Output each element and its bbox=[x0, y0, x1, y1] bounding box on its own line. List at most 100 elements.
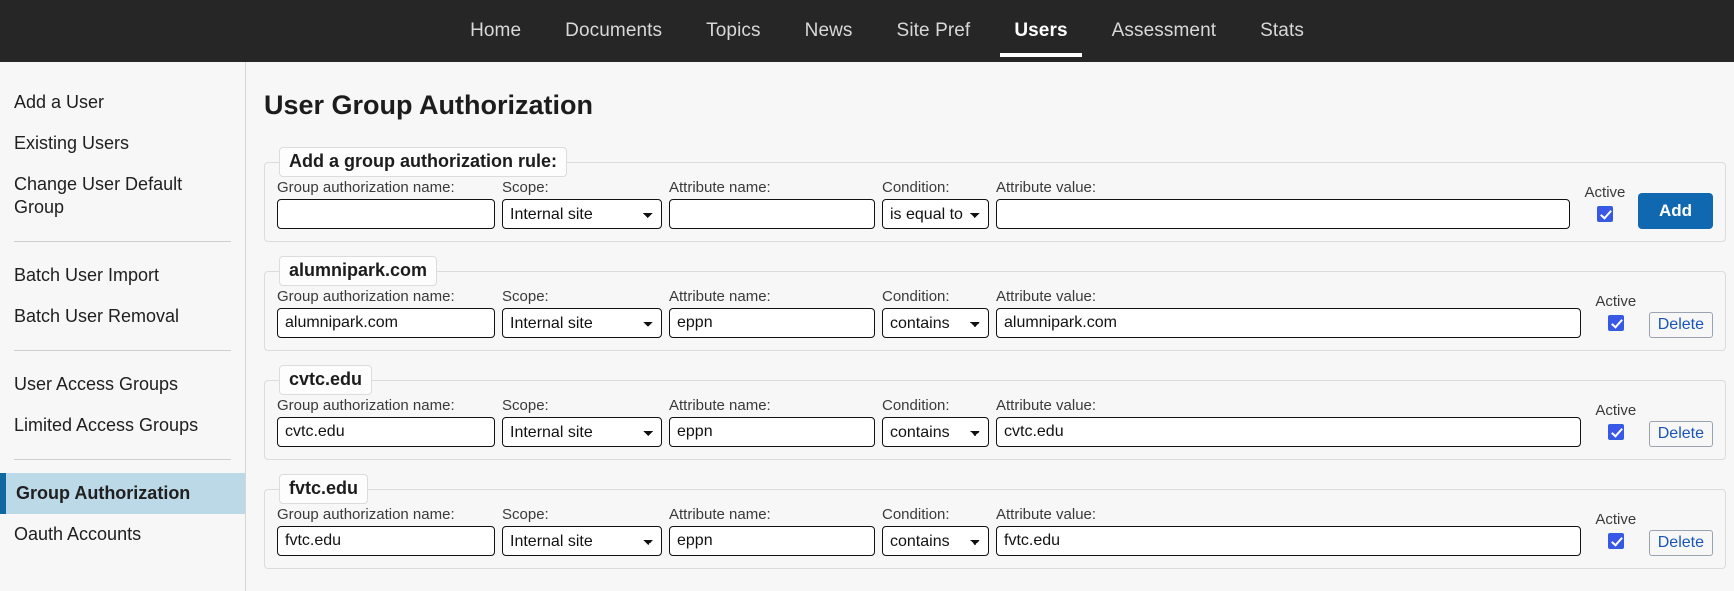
rule-legend: fvtc.edu bbox=[279, 474, 369, 504]
field-attribute-value: Attribute value: bbox=[996, 506, 1581, 556]
rule-row: Group authorization name: Scope: Interna… bbox=[275, 506, 1715, 558]
label-active: Active bbox=[1584, 184, 1626, 201]
label-active: Active bbox=[1595, 402, 1637, 419]
rule-attribute-name-input[interactable] bbox=[669, 417, 875, 447]
label-condition: Condition: bbox=[882, 288, 950, 305]
field-group-authorization-name: Group authorization name: bbox=[277, 397, 495, 447]
sidebar-divider bbox=[14, 459, 231, 461]
field-scope: Scope: Internal site bbox=[502, 506, 662, 556]
sidebar-item-group-authorization[interactable]: Group Authorization bbox=[0, 473, 245, 515]
rule-scope-select[interactable]: Internal site bbox=[502, 417, 662, 447]
label-attribute-name: Attribute name: bbox=[669, 397, 771, 414]
delete-button[interactable]: Delete bbox=[1648, 421, 1713, 447]
rule-condition-select[interactable]: contains bbox=[882, 417, 989, 447]
nav-item-documents[interactable]: Documents bbox=[543, 0, 684, 62]
nav-item-topics[interactable]: Topics bbox=[684, 0, 782, 62]
field-attribute-value: Attribute value: bbox=[996, 397, 1581, 447]
add-button[interactable]: Add bbox=[1637, 193, 1713, 229]
field-attribute-name: Attribute name: bbox=[669, 179, 875, 229]
label-attribute-name: Attribute name: bbox=[669, 179, 771, 196]
delete-button-column: Delete bbox=[1648, 312, 1713, 338]
delete-button-column: Delete bbox=[1648, 530, 1713, 556]
field-group-authorization-name: Group authorization name: bbox=[277, 506, 495, 556]
label-group-authorization-name: Group authorization name: bbox=[277, 397, 455, 414]
sidebar-item-batch-user-import[interactable]: Batch User Import bbox=[0, 255, 245, 296]
rule-condition-select[interactable]: contains bbox=[882, 308, 989, 338]
rule-name-input[interactable] bbox=[277, 308, 495, 338]
field-scope: Scope: Internal site bbox=[502, 288, 662, 338]
label-active: Active bbox=[1595, 511, 1637, 528]
add-name-input[interactable] bbox=[277, 199, 495, 229]
sidebar: Add a User Existing Users Change User De… bbox=[0, 62, 246, 591]
rule-scope-select[interactable]: Internal site bbox=[502, 308, 662, 338]
label-condition: Condition: bbox=[882, 397, 950, 414]
nav-item-news[interactable]: News bbox=[783, 0, 875, 62]
nav-item-site-pref[interactable]: Site Pref bbox=[875, 0, 993, 62]
field-group-authorization-name: Group authorization name: bbox=[277, 179, 495, 229]
field-attribute-name: Attribute name: bbox=[669, 397, 875, 447]
sidebar-item-oauth-accounts[interactable]: Oauth Accounts bbox=[0, 514, 245, 555]
field-condition: Condition: is equal to bbox=[882, 179, 989, 229]
rule-active-checkbox[interactable] bbox=[1607, 533, 1624, 549]
field-scope: Scope: Internal site bbox=[502, 179, 662, 229]
label-attribute-value: Attribute value: bbox=[996, 288, 1097, 305]
rule-fieldset: fvtc.edu Group authorization name: Scope… bbox=[264, 474, 1726, 569]
top-navigation-bar: Home Documents Topics News Site Pref Use… bbox=[0, 0, 1734, 62]
add-active-checkbox[interactable] bbox=[1596, 206, 1613, 222]
delete-button[interactable]: Delete bbox=[1648, 312, 1713, 338]
nav-item-home[interactable]: Home bbox=[448, 0, 543, 62]
field-condition: Condition: contains bbox=[882, 397, 989, 447]
sidebar-item-add-a-user[interactable]: Add a User bbox=[0, 82, 245, 123]
add-button-column: Add bbox=[1637, 193, 1713, 229]
add-attribute-name-input[interactable] bbox=[669, 199, 875, 229]
label-scope: Scope: bbox=[502, 179, 549, 196]
add-attribute-value-input[interactable] bbox=[996, 199, 1570, 229]
rule-active-checkbox[interactable] bbox=[1607, 315, 1624, 331]
field-condition: Condition: contains bbox=[882, 288, 989, 338]
label-group-authorization-name: Group authorization name: bbox=[277, 288, 455, 305]
rule-attribute-value-input[interactable] bbox=[996, 417, 1581, 447]
field-scope: Scope: Internal site bbox=[502, 397, 662, 447]
rule-legend: alumnipark.com bbox=[279, 256, 438, 286]
sidebar-divider bbox=[14, 350, 231, 352]
sidebar-item-existing-users[interactable]: Existing Users bbox=[0, 123, 245, 164]
add-scope-select[interactable]: Internal site bbox=[502, 199, 662, 229]
sidebar-item-limited-access-groups[interactable]: Limited Access Groups bbox=[0, 405, 245, 446]
field-attribute-value: Attribute value: bbox=[996, 179, 1570, 229]
rule-name-input[interactable] bbox=[277, 526, 495, 556]
nav-item-stats[interactable]: Stats bbox=[1238, 0, 1326, 62]
label-condition: Condition: bbox=[882, 506, 950, 523]
rule-active-checkbox[interactable] bbox=[1607, 424, 1624, 440]
label-group-authorization-name: Group authorization name: bbox=[277, 506, 455, 523]
field-condition: Condition: contains bbox=[882, 506, 989, 556]
label-attribute-value: Attribute value: bbox=[996, 397, 1097, 414]
add-condition-select[interactable]: is equal to bbox=[882, 199, 989, 229]
delete-button[interactable]: Delete bbox=[1648, 530, 1713, 556]
nav-item-assessment[interactable]: Assessment bbox=[1090, 0, 1238, 62]
sidebar-item-change-user-default-group[interactable]: Change User Default Group bbox=[0, 164, 245, 228]
page-body: Add a User Existing Users Change User De… bbox=[0, 62, 1734, 591]
rule-name-input[interactable] bbox=[277, 417, 495, 447]
add-rule-fieldset: Add a group authorization rule: Group au… bbox=[264, 147, 1726, 242]
rule-attribute-name-input[interactable] bbox=[669, 526, 875, 556]
page-title: User Group Authorization bbox=[264, 90, 593, 120]
rule-scope-select[interactable]: Internal site bbox=[502, 526, 662, 556]
label-scope: Scope: bbox=[502, 288, 549, 305]
label-attribute-value: Attribute value: bbox=[996, 506, 1097, 523]
sidebar-item-user-access-groups[interactable]: User Access Groups bbox=[0, 364, 245, 405]
label-scope: Scope: bbox=[502, 397, 549, 414]
field-attribute-value: Attribute value: bbox=[996, 288, 1581, 338]
rule-attribute-value-input[interactable] bbox=[996, 526, 1581, 556]
label-attribute-name: Attribute name: bbox=[669, 288, 771, 305]
rule-attribute-name-input[interactable] bbox=[669, 308, 875, 338]
sidebar-item-batch-user-removal[interactable]: Batch User Removal bbox=[0, 296, 245, 337]
rule-condition-select[interactable]: contains bbox=[882, 526, 989, 556]
rule-attribute-value-input[interactable] bbox=[996, 308, 1581, 338]
field-attribute-name: Attribute name: bbox=[669, 288, 875, 338]
field-group-authorization-name: Group authorization name: bbox=[277, 288, 495, 338]
rule-fieldset: cvtc.edu Group authorization name: Scope… bbox=[264, 365, 1726, 460]
active-column: Active bbox=[1583, 184, 1627, 229]
rule-row: Group authorization name: Scope: Interna… bbox=[275, 397, 1715, 449]
nav-item-users[interactable]: Users bbox=[992, 0, 1089, 62]
label-scope: Scope: bbox=[502, 506, 549, 523]
